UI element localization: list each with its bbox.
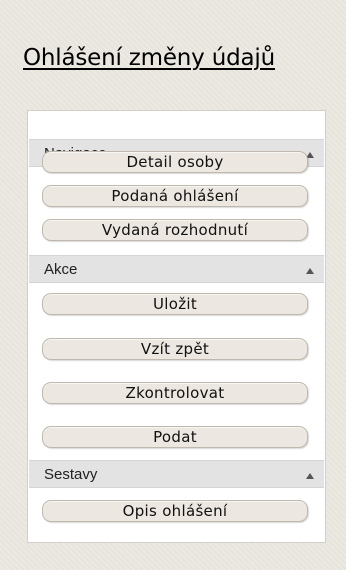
zkontrolovat-button[interactable]: Zkontrolovat xyxy=(42,382,308,404)
podana-ohlaseni-button[interactable]: Podaná ohlášení xyxy=(42,185,308,207)
opis-ohlaseni-button[interactable]: Opis ohlášení xyxy=(42,500,308,522)
section-label-akce: Akce xyxy=(44,261,78,278)
collapse-arrow-icon[interactable] xyxy=(306,268,314,274)
section-label-sestavy: Sestavy xyxy=(44,466,98,483)
section-header-sestavy[interactable]: Sestavy xyxy=(29,460,324,488)
page-title: Ohlášení změny údajů xyxy=(23,45,275,71)
section-header-akce[interactable]: Akce xyxy=(29,255,324,283)
action-panel: Navigace Detail osoby Podaná ohlášení Vy… xyxy=(27,110,326,543)
podat-button[interactable]: Podat xyxy=(42,426,308,448)
vydana-rozhodnuti-button[interactable]: Vydaná rozhodnutí xyxy=(42,219,308,241)
collapse-arrow-icon[interactable] xyxy=(306,473,314,479)
detail-osoby-button[interactable]: Detail osoby xyxy=(42,151,308,173)
ulozit-button[interactable]: Uložit xyxy=(42,293,308,315)
vzit-zpet-button[interactable]: Vzít zpět xyxy=(42,338,308,360)
